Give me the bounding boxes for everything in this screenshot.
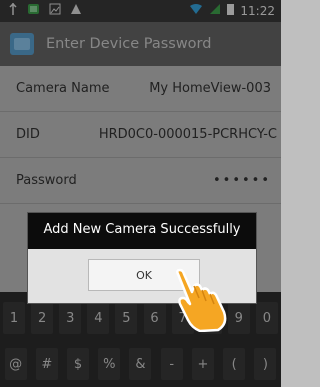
dialog-message: Add New Camera Successfully [43,222,241,237]
pointing-hand-icon [170,268,230,333]
modal-backdrop [0,0,281,387]
phone-screen: 11:22 Enter Device Password Camera Name … [0,0,281,387]
